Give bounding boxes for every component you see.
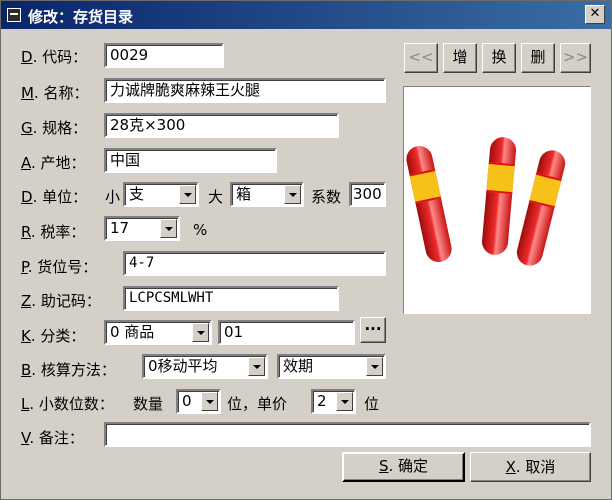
sausage-graphic: [404, 143, 454, 265]
prev-record-button[interactable]: <<: [404, 43, 438, 73]
unit-small-select[interactable]: 支: [123, 182, 199, 207]
edit-inventory-dialog: 修改：存货目录 ✕ D. 代码： 0029 M. 名称： 力诚牌脆爽麻辣王火腿 …: [0, 0, 612, 500]
code-field[interactable]: 0029: [104, 43, 224, 68]
next-record-button[interactable]: >>: [560, 43, 591, 73]
unit-large-value: 箱: [236, 185, 252, 203]
costing-period-select[interactable]: 效期: [277, 354, 386, 379]
title-bar[interactable]: 修改：存货目录 ✕: [1, 1, 611, 29]
replace-image-button[interactable]: 换: [482, 43, 516, 73]
delete-button[interactable]: 删: [521, 43, 555, 73]
chevron-down-icon[interactable]: [160, 219, 177, 238]
remark-field[interactable]: [104, 422, 591, 447]
chevron-down-icon[interactable]: [179, 185, 196, 204]
category-label: K. 分类：: [21, 327, 86, 345]
price-decimals-value: 2: [317, 392, 327, 410]
unit-label: D. 单位：: [21, 188, 88, 206]
costing-period-value: 效期: [283, 357, 314, 375]
category-code-field[interactable]: 01: [218, 320, 355, 345]
tax-rate-value: 17: [110, 219, 130, 237]
price-decimals-label: 位，单价: [227, 395, 288, 413]
costing-label: B. 核算方法：: [21, 361, 116, 379]
window-title: 修改：存货目录: [28, 8, 134, 26]
spec-label: G. 规格：: [21, 119, 88, 137]
sausage-graphic: [480, 136, 518, 256]
product-image: [403, 86, 591, 314]
tax-rate-select[interactable]: 17: [104, 216, 180, 241]
chevron-down-icon[interactable]: [192, 323, 209, 342]
unit-large-select[interactable]: 箱: [230, 182, 304, 207]
chevron-down-icon[interactable]: [284, 185, 301, 204]
decimals-label: L. 小数位数：: [21, 395, 114, 413]
tax-label: R. 税率：: [21, 223, 86, 241]
unit-small-label: 小: [105, 188, 121, 206]
name-field[interactable]: 力诚牌脆爽麻辣王火腿: [104, 78, 386, 103]
origin-label: A. 产地：: [21, 154, 86, 172]
location-field[interactable]: 4-7: [123, 251, 386, 276]
category-browse-button[interactable]: ···: [360, 317, 386, 343]
decimals-unit-label: 位: [364, 395, 380, 413]
chevron-down-icon[interactable]: [366, 357, 383, 376]
mnemonic-field[interactable]: LCPCSMLWHT: [123, 286, 339, 311]
category-value: 0 商品: [110, 323, 155, 341]
chevron-down-icon[interactable]: [336, 392, 353, 411]
chevron-down-icon[interactable]: [248, 357, 265, 376]
unit-large-label: 大: [208, 188, 224, 206]
origin-field[interactable]: 中国: [104, 148, 277, 173]
location-label: P. 货位号：: [21, 258, 98, 276]
add-button[interactable]: 增: [443, 43, 477, 73]
unit-small-value: 支: [129, 185, 145, 203]
cancel-button[interactable]: X. 取消: [470, 452, 591, 482]
costing-method-value: 0移动平均: [148, 357, 218, 375]
close-button[interactable]: ✕: [585, 5, 605, 24]
factor-label: 系数: [311, 188, 342, 206]
mnemonic-label: Z. 助记码：: [21, 292, 101, 310]
qty-decimals-label: 数量: [133, 395, 164, 413]
qty-decimals-select[interactable]: 0: [176, 389, 221, 414]
chevron-down-icon[interactable]: [201, 392, 218, 411]
costing-method-select[interactable]: 0移动平均: [142, 354, 268, 379]
ok-button[interactable]: S. 确定: [342, 452, 465, 482]
category-select[interactable]: 0 商品: [104, 320, 212, 345]
code-label: D. 代码：: [21, 48, 88, 66]
tax-unit: %: [193, 221, 208, 239]
window-icon[interactable]: [7, 8, 21, 22]
remark-label: V. 备注：: [21, 429, 84, 447]
factor-field[interactable]: 300: [349, 182, 386, 207]
sausage-graphic: [514, 147, 568, 269]
qty-decimals-value: 0: [182, 392, 192, 410]
spec-field[interactable]: 28克×300: [104, 113, 339, 138]
name-label: M. 名称：: [21, 84, 89, 102]
price-decimals-select[interactable]: 2: [311, 389, 356, 414]
